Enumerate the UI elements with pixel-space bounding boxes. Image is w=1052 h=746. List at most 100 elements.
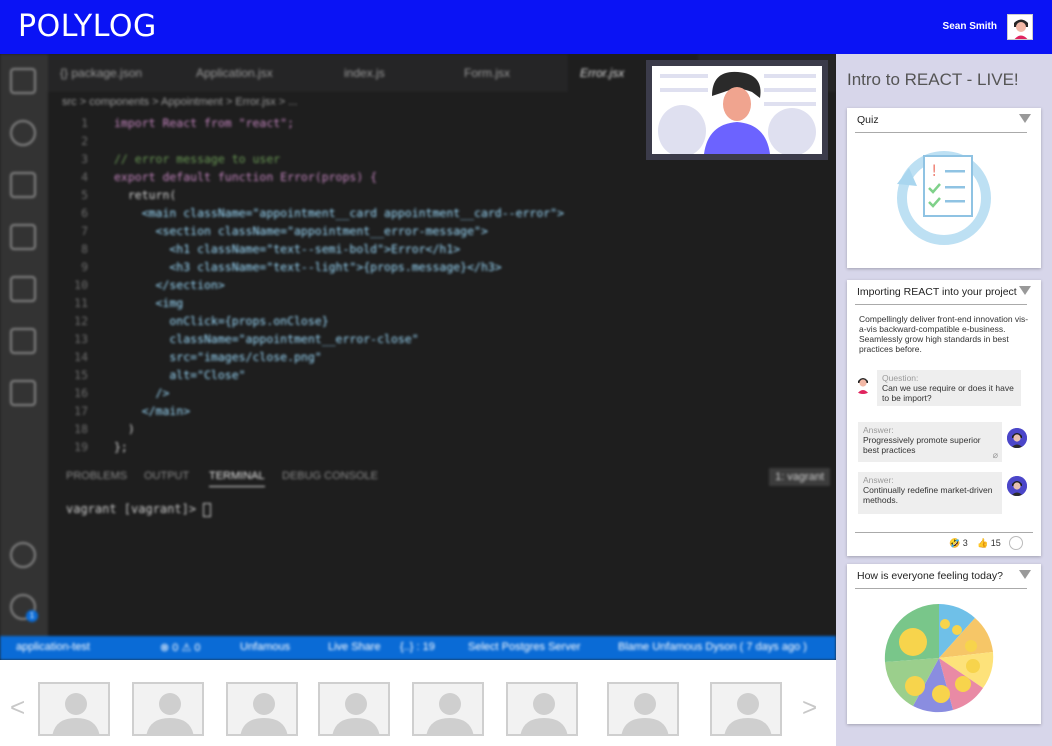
status-branch[interactable]: application-test [16, 641, 90, 653]
line-number: 19 [74, 440, 88, 454]
source-control-icon[interactable] [10, 172, 36, 198]
participant-thumbnail[interactable] [506, 682, 578, 736]
status-live-share[interactable]: Live Share [328, 641, 381, 653]
code-line[interactable]: 4 export default function Error(props) { [48, 168, 768, 186]
terminal-prompt: vagrant [vagrant]> [66, 502, 204, 516]
quiz-card[interactable]: Quiz ! [847, 108, 1041, 268]
code-line[interactable]: 10 </section> [48, 276, 768, 294]
code-editor-stream: 1 {} package.json Application.jsx index.… [0, 54, 836, 660]
avatar[interactable] [853, 374, 873, 394]
code-line[interactable]: 17 </main> [48, 402, 768, 420]
line-number: 4 [81, 170, 88, 184]
line-number: 3 [81, 152, 88, 166]
participant-thumbnail[interactable] [226, 682, 298, 736]
tab-problems[interactable]: PROBLEMS [66, 470, 127, 482]
presenter-video[interactable] [646, 60, 828, 160]
mood-pie-chart [884, 603, 994, 713]
avatar[interactable] [1007, 476, 1027, 496]
code-text: <section className="appointment__error-m… [114, 224, 488, 238]
collapse-caret-icon[interactable] [1019, 114, 1031, 123]
participant-thumbnail[interactable] [318, 682, 390, 736]
user-avatar[interactable] [1007, 14, 1033, 40]
code-area[interactable]: 1 import React from "react"; 2 3 // error me… [48, 114, 836, 454]
answer-message[interactable]: Answer: Progressively promote superior b… [858, 422, 1002, 462]
mood-card[interactable]: How is everyone feeling today? [847, 564, 1041, 724]
code-line[interactable]: 18 ) [48, 420, 768, 438]
code-line[interactable]: 9 <h3 className="text--light">{props.mes… [48, 258, 768, 276]
participant-thumbnail[interactable] [412, 682, 484, 736]
tab-output[interactable]: OUTPUT [144, 470, 189, 482]
terminal-output[interactable]: vagrant [vagrant]> [66, 502, 212, 517]
line-number: 7 [81, 224, 88, 238]
tab-index-js[interactable]: index.js [332, 54, 452, 92]
code-line[interactable]: 6 <main className="appointment__card app… [48, 204, 768, 222]
collapse-caret-icon[interactable] [1019, 286, 1031, 295]
participant-thumbnail[interactable] [132, 682, 204, 736]
status-problems[interactable]: ⊗ 0 ⚠ 0 [160, 641, 200, 654]
answer-text: Continually redefine market-driven metho… [863, 485, 993, 505]
code-line[interactable]: 11 <img [48, 294, 768, 312]
code-text: <img [114, 296, 184, 310]
presenter-feed [652, 66, 822, 154]
participant-thumbnail[interactable] [38, 682, 110, 736]
explorer-icon[interactable] [10, 68, 36, 94]
avatar-icon [853, 374, 873, 394]
status-user[interactable]: Unfamous [240, 641, 290, 653]
status-server[interactable]: Select Postgres Server [468, 641, 581, 653]
divider [855, 132, 1027, 133]
add-reaction-icon[interactable] [1009, 536, 1023, 550]
line-number: 13 [74, 332, 88, 346]
code-line[interactable]: 13 className="appointment__error-close" [48, 330, 768, 348]
tab-terminal[interactable]: TERMINAL [209, 470, 265, 487]
status-position[interactable]: {..} : 19 [400, 641, 435, 653]
lesson-card[interactable]: Importing REACT into your project Compel… [847, 280, 1041, 556]
participants-strip: < > [0, 660, 836, 746]
activity-bar: 1 [0, 54, 48, 636]
code-text: /> [114, 386, 170, 400]
code-line[interactable]: 19}; [48, 438, 768, 456]
reaction-laugh[interactable]: 🤣 3 [949, 538, 968, 549]
participant-thumbnail[interactable] [607, 682, 679, 736]
user-name[interactable]: Sean Smith [943, 21, 997, 32]
reaction-thumbs[interactable]: 👍 15 [977, 538, 1001, 549]
next-arrow-icon[interactable]: > [802, 692, 817, 723]
code-line[interactable]: 16 /> [48, 384, 768, 402]
status-bar: application-test ⊗ 0 ⚠ 0 Unfamous Live S… [0, 636, 836, 660]
code-line[interactable]: 5 return( [48, 186, 768, 204]
line-number: 16 [74, 386, 88, 400]
question-message[interactable]: Question: Can we use require or does it … [877, 370, 1021, 406]
terminal-select[interactable]: 1: vagrant [769, 468, 830, 486]
avatar[interactable] [1007, 428, 1027, 448]
tab-application-jsx[interactable]: Application.jsx [184, 54, 320, 92]
brand-logo[interactable]: POLYLOG [18, 9, 157, 44]
code-line[interactable]: 7 <section className="appointment__error… [48, 222, 768, 240]
remote-icon[interactable] [10, 380, 36, 406]
breadcrumb[interactable]: src > components > Appointment > Error.j… [62, 96, 297, 108]
line-number: 5 [81, 188, 88, 202]
collapse-caret-icon[interactable] [1019, 570, 1031, 579]
code-line[interactable]: 8 <h1 className="text--semi-bold">Error<… [48, 240, 768, 258]
code-line[interactable]: 12 onClick={props.onClose} [48, 312, 768, 330]
session-title: Intro to REACT - LIVE! [847, 70, 1019, 89]
tab-form-jsx[interactable]: Form.jsx [452, 54, 572, 92]
debug-icon[interactable] [10, 224, 36, 250]
extensions-icon[interactable] [10, 276, 36, 302]
prev-arrow-icon[interactable]: < [10, 692, 25, 723]
code-text: alt="Close" [114, 368, 246, 382]
code-line[interactable]: 15 alt="Close" [48, 366, 768, 384]
code-line[interactable]: 14 src="images/close.png" [48, 348, 768, 366]
live-share-icon[interactable] [10, 328, 36, 354]
answer-message[interactable]: Answer: Continually redefine market-driv… [858, 472, 1002, 514]
code-text: export default function Error(props) { [114, 170, 378, 184]
tab-debug-console[interactable]: DEBUG CONSOLE [282, 470, 378, 482]
laughing-emoji-icon: 🤣 [949, 538, 961, 548]
tab-package-json[interactable]: {} package.json [48, 54, 184, 92]
search-icon[interactable] [10, 120, 36, 146]
divider [855, 304, 1027, 305]
status-blame[interactable]: Blame Unfamous Dyson ( 7 days ago ) [618, 641, 807, 653]
account-icon[interactable] [10, 542, 36, 568]
question-label: Question: [882, 373, 919, 383]
participant-thumbnail[interactable] [710, 682, 782, 736]
presenter-illustration [652, 66, 822, 154]
line-number: 10 [74, 278, 88, 292]
